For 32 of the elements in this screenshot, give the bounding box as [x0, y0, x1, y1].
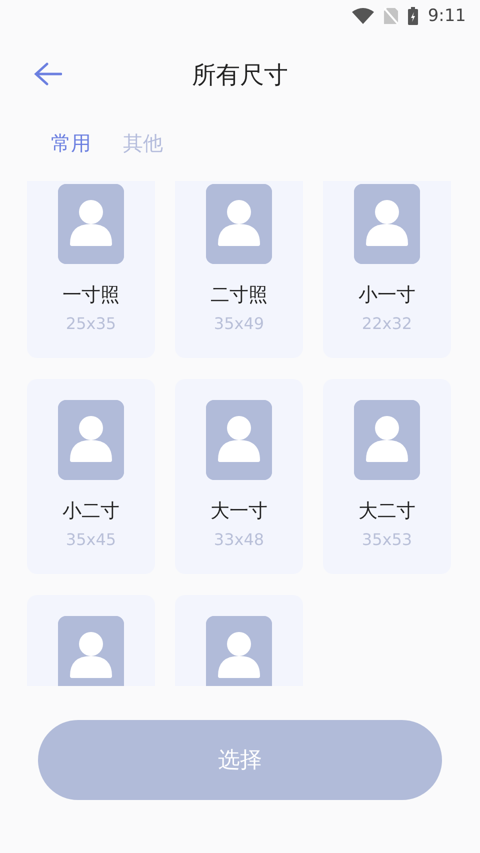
no-sim-icon	[384, 7, 398, 25]
size-name: 一寸照	[62, 283, 120, 308]
size-card[interactable]: 一寸照 25x35	[27, 181, 155, 358]
page-title: 所有尺寸	[192, 60, 288, 91]
size-card[interactable]: 大一寸 33x48	[175, 379, 303, 574]
size-card[interactable]: 大二寸 35x53	[323, 379, 451, 574]
size-dimensions: 33x48	[214, 530, 264, 549]
size-card[interactable]: 小二寸 35x45	[27, 379, 155, 574]
avatar-icon	[206, 400, 272, 480]
avatar-icon	[354, 400, 420, 480]
size-card[interactable]: 二寸照 35x49	[175, 181, 303, 358]
size-name: 二寸照	[210, 283, 268, 308]
size-dimensions: 22x32	[362, 314, 412, 333]
size-name: 大二寸	[358, 499, 416, 524]
size-name: 大一寸	[210, 499, 268, 524]
status-time: 9:11	[428, 6, 466, 26]
avatar-icon	[58, 400, 124, 480]
size-card[interactable]: 小一寸 22x32	[323, 181, 451, 358]
size-name: 小二寸	[62, 499, 120, 524]
avatar-icon	[354, 184, 420, 264]
size-name: 小一寸	[358, 283, 416, 308]
size-dimensions: 25x35	[66, 314, 116, 333]
avatar-icon	[206, 184, 272, 264]
size-dimensions: 35x53	[362, 530, 412, 549]
tab[interactable]: 常用	[51, 130, 91, 157]
size-dimensions: 35x49	[214, 314, 264, 333]
wifi-icon	[352, 8, 374, 24]
battery-charging-icon	[408, 7, 418, 25]
back-button[interactable]	[34, 62, 62, 86]
back-arrow-icon	[34, 62, 62, 86]
avatar-icon	[58, 184, 124, 264]
size-dimensions: 35x45	[66, 530, 116, 549]
